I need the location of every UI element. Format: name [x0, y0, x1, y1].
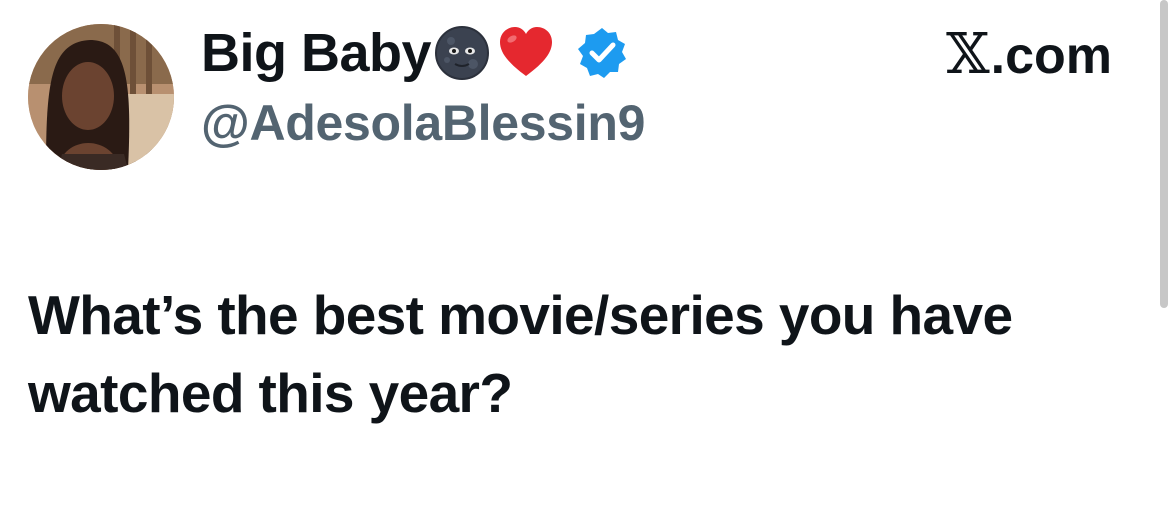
red-heart-icon: [497, 24, 555, 82]
avatar-photo: [28, 24, 174, 170]
author-info: Big Baby @AdesolaBlessin9: [201, 14, 645, 152]
tweet-text: What’s the best movie/series you have wa…: [28, 284, 1013, 424]
verified-badge-icon[interactable]: [575, 26, 629, 80]
new-moon-face-icon: [433, 24, 491, 82]
brand-text: .com: [990, 27, 1112, 85]
x-logo-icon: 𝕏: [946, 22, 990, 87]
brand-link[interactable]: 𝕏 .com: [946, 22, 1112, 87]
display-name-row[interactable]: Big Baby: [201, 14, 645, 92]
avatar[interactable]: [28, 24, 174, 170]
display-name[interactable]: Big Baby: [201, 22, 432, 84]
author-handle[interactable]: @AdesolaBlessin9: [201, 94, 645, 152]
scrollbar[interactable]: [1160, 0, 1168, 308]
